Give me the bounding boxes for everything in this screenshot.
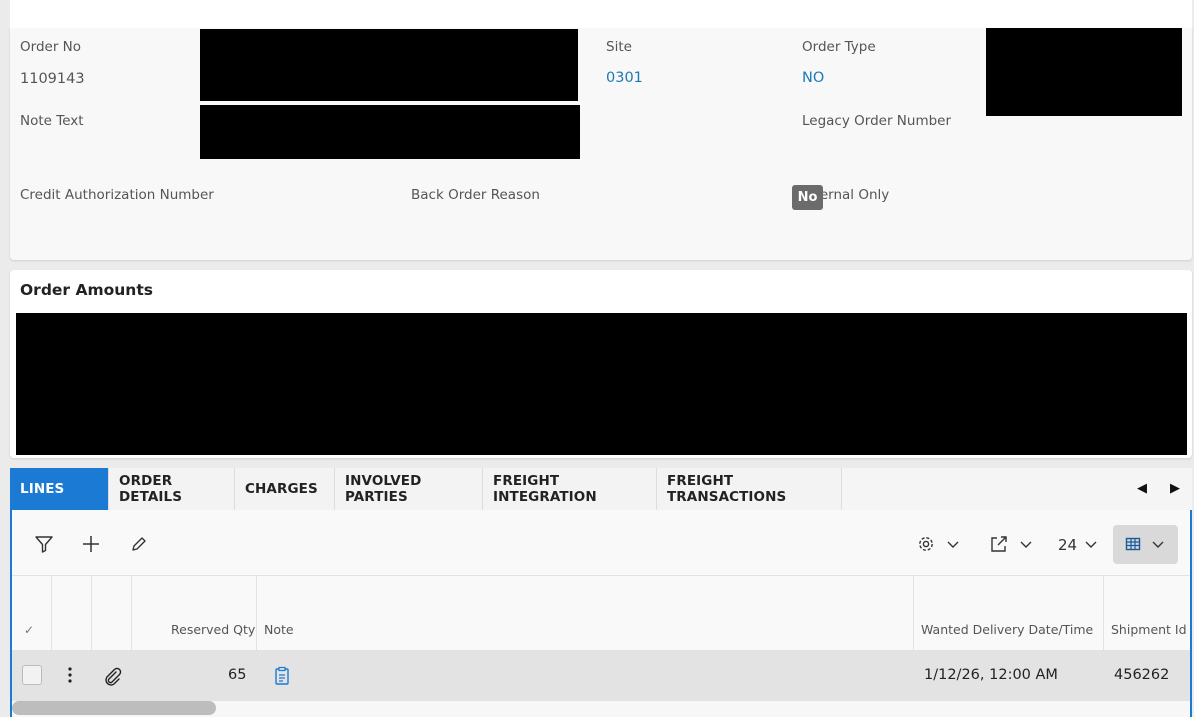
order-amounts-card: Order Amounts [10,270,1192,458]
chevron-down-icon [1147,533,1169,555]
note-text-label: Note Text [20,113,84,129]
wanted-delivery-cell: 1/12/26, 12:00 AM [924,667,1058,683]
col-shipment-id[interactable]: Shipment Id [1111,622,1187,637]
horizontal-scrollbar[interactable] [12,701,1190,717]
credit-auth-label: Credit Authorization Number [20,187,214,203]
tab-charges[interactable]: CHARGES [235,468,335,510]
redacted-block [200,29,578,101]
redacted-block [16,313,1187,455]
tab-lines[interactable]: LINES [10,468,109,510]
export-icon[interactable] [988,533,1010,555]
redacted-block [986,28,1182,116]
table-view-button[interactable] [1113,525,1178,564]
add-icon[interactable] [80,533,102,555]
order-no-label: Order No [20,39,82,55]
grid-toolbar: 24 [12,510,1190,576]
tab-bar: LINES ORDER DETAILS CHARGES INVOLVED PAR… [10,468,1192,510]
more-vertical-icon[interactable] [67,666,73,688]
top-strip [10,0,1192,28]
back-order-reason-label: Back Order Reason [411,187,540,203]
reserved-qty-cell: 65 [228,667,247,683]
tab-involved-parties[interactable]: INVOLVED PARTIES [335,468,483,510]
row-checkbox[interactable] [22,665,42,685]
tab-scroll-right-icon[interactable]: ▶ [1170,481,1180,496]
chevron-down-icon[interactable] [1015,533,1037,555]
redacted-block [200,105,580,159]
order-amounts-title: Order Amounts [20,281,153,299]
tab-freight-integration[interactable]: FREIGHT INTEGRATION [483,468,657,510]
shipment-id-cell: 456262 [1114,667,1170,683]
page-size-value[interactable]: 24 [1058,536,1077,554]
gear-icon[interactable] [915,533,937,555]
order-no-value: 1109143 [20,71,85,87]
table-row[interactable]: 65 1/12/26, 12:00 AM 456262 [12,651,1190,701]
site-link[interactable]: 0301 [606,70,643,86]
edit-icon[interactable] [128,533,150,555]
chevron-down-icon[interactable] [1080,533,1102,555]
tab-order-details[interactable]: ORDER DETAILS [109,468,235,510]
order-type-label: Order Type [802,39,876,55]
col-wanted-delivery[interactable]: Wanted Delivery Date/Time [921,622,1093,637]
col-reserved-qty[interactable]: Reserved Qty [171,622,255,637]
table-icon [1122,533,1144,555]
lines-grid: 24 ✓ Reserved Qty Note Wanted Delivery D… [10,510,1192,717]
order-type-link[interactable]: NO [802,70,824,86]
internal-only-badge: No [792,185,823,210]
order-header-card: Order No 1109143 Site 0301 Order Type NO… [10,28,1192,260]
paperclip-icon[interactable] [102,666,122,690]
filter-icon[interactable] [33,533,55,555]
table-header: ✓ Reserved Qty Note Wanted Delivery Date… [12,576,1190,651]
site-label: Site [606,39,632,55]
tab-scroll-left-icon[interactable]: ◀ [1137,481,1147,496]
col-note[interactable]: Note [264,622,294,637]
chevron-down-icon[interactable] [942,533,964,555]
scrollbar-thumb[interactable] [12,701,216,715]
select-all-check-icon[interactable]: ✓ [24,623,34,637]
tab-freight-transactions[interactable]: FREIGHT TRANSACTIONS [657,468,842,510]
legacy-order-label: Legacy Order Number [802,113,952,129]
note-document-icon[interactable] [274,666,290,690]
